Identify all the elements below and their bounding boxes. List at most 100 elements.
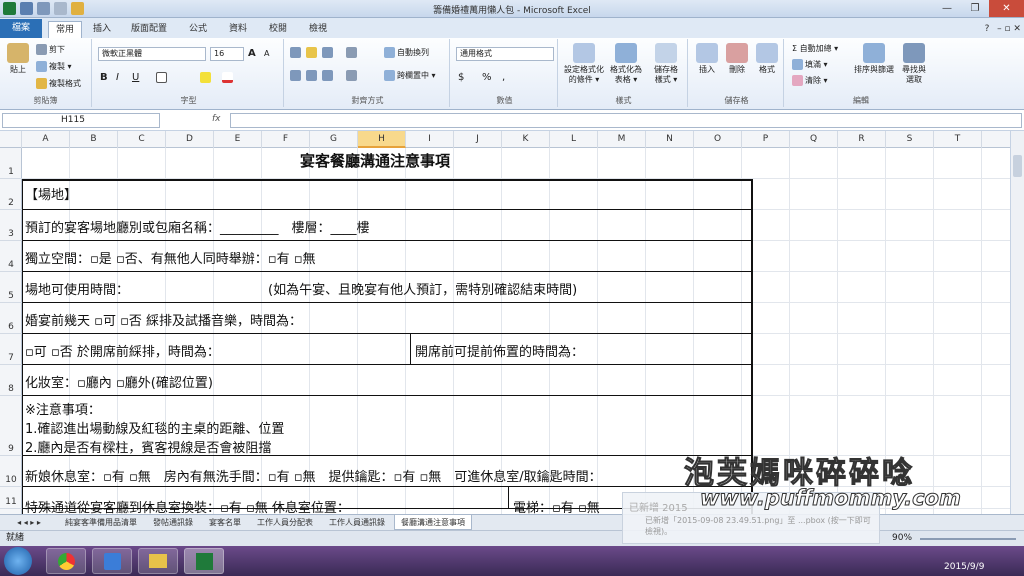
sheet-tab-1[interactable]: 純宴客準備用品清單 bbox=[58, 515, 144, 530]
format-painter-button[interactable]: 複製格式 bbox=[36, 78, 81, 89]
bold-button[interactable]: B bbox=[100, 72, 108, 83]
row-header-7[interactable]: 7 bbox=[0, 334, 22, 365]
zoom-level[interactable]: 90% bbox=[892, 531, 912, 546]
align-top-button[interactable] bbox=[290, 47, 301, 58]
row-header-10[interactable]: 10 bbox=[0, 456, 22, 487]
sheet-title[interactable]: 宴客餐廳溝通注意事項 bbox=[300, 150, 450, 171]
indent-button[interactable] bbox=[346, 70, 357, 81]
currency-button[interactable]: $ bbox=[458, 72, 464, 83]
row-header-6[interactable]: 6 bbox=[0, 303, 22, 334]
select-all-corner[interactable] bbox=[0, 131, 22, 148]
column-header-c[interactable]: C bbox=[118, 131, 166, 148]
column-header-n[interactable]: N bbox=[646, 131, 694, 148]
tab-review[interactable]: 校閱 bbox=[262, 21, 294, 38]
tab-home[interactable]: 常用 bbox=[48, 21, 82, 38]
cell-r4[interactable]: 獨立空間：▫是 ▫否、有無他人同時舉辦：▫有 ▫無 bbox=[25, 248, 316, 267]
close-button[interactable]: ✕ bbox=[989, 0, 1024, 17]
column-header-d[interactable]: D bbox=[166, 131, 214, 148]
vertical-scrollbar[interactable] bbox=[1010, 131, 1024, 514]
merge-center-button[interactable]: 跨欄置中 ▾ bbox=[384, 70, 436, 81]
cell-r11-right[interactable]: 電梯：▫有 ▫無 bbox=[513, 497, 600, 514]
ribbon-window-controls[interactable]: – ▫ ✕ bbox=[996, 21, 1022, 38]
tab-formulas[interactable]: 公式 bbox=[182, 21, 214, 38]
maximize-button[interactable]: ❐ bbox=[961, 0, 989, 17]
cell-r7-right[interactable]: 開席前可提前佈置的時間為： bbox=[415, 341, 584, 360]
percent-button[interactable]: % bbox=[482, 72, 492, 83]
column-header-m[interactable]: M bbox=[598, 131, 646, 148]
row-header-4[interactable]: 4 bbox=[0, 241, 22, 272]
sheet-nav-buttons[interactable]: ◂ ◂ ▸ ▸ bbox=[4, 515, 54, 530]
row-header-1[interactable]: 1 bbox=[0, 148, 22, 179]
column-header-i[interactable]: I bbox=[406, 131, 454, 148]
column-header-t[interactable]: T bbox=[934, 131, 982, 148]
fill-color-button[interactable] bbox=[200, 72, 211, 83]
column-header-q[interactable]: Q bbox=[790, 131, 838, 148]
sort-filter-button[interactable]: 排序與篩選 bbox=[852, 43, 896, 75]
cell-r6[interactable]: 婚宴前幾天 ▫可 ▫否 綵排及試播音樂，時間為： bbox=[25, 310, 302, 329]
column-header-j[interactable]: J bbox=[454, 131, 502, 148]
cell-r9-item2[interactable]: 2.廳內是否有樑柱，賓客視線是否會被阻擋 bbox=[25, 437, 271, 456]
cut-button[interactable]: 剪下 bbox=[36, 44, 65, 55]
align-bottom-button[interactable] bbox=[322, 47, 333, 58]
find-select-button[interactable]: 尋找與 選取 bbox=[896, 43, 932, 85]
tab-insert[interactable]: 插入 bbox=[86, 21, 118, 38]
clear-button[interactable]: 清除 ▾ bbox=[792, 75, 828, 86]
column-header-a[interactable]: A bbox=[22, 131, 70, 148]
align-left-button[interactable] bbox=[290, 70, 301, 81]
font-name-select[interactable]: 微軟正黑體 bbox=[98, 47, 206, 61]
row-header-8[interactable]: 8 bbox=[0, 365, 22, 396]
column-header-h[interactable]: H bbox=[358, 131, 406, 148]
column-header-p[interactable]: P bbox=[742, 131, 790, 148]
sheet-tab-3[interactable]: 宴客名單 bbox=[202, 515, 248, 530]
delete-cells-button[interactable]: 刪除 bbox=[722, 43, 752, 75]
format-table-button[interactable]: 格式化為 表格 ▾ bbox=[606, 43, 646, 85]
zoom-slider[interactable] bbox=[920, 538, 1016, 540]
column-header-e[interactable]: E bbox=[214, 131, 262, 148]
formula-input[interactable] bbox=[230, 113, 1022, 128]
cell-r2[interactable]: 【場地】 bbox=[25, 184, 77, 203]
insert-function-icon[interactable]: fx bbox=[212, 114, 221, 124]
help-icon[interactable]: ? bbox=[980, 21, 994, 38]
italic-button[interactable]: I bbox=[116, 72, 119, 83]
cell-r3[interactable]: 預訂的宴客場地廳別或包廂名稱：_________ 樓層：____樓 bbox=[25, 217, 370, 236]
cell-r5-note[interactable]: (如為午宴、且晚宴有他人預訂，需特別確認結束時間) bbox=[268, 279, 577, 298]
cell-r10[interactable]: 新娘休息室：▫有 ▫無 房內有無洗手間：▫有 ▫無 提供鑰匙：▫有 ▫無 可進休… bbox=[25, 466, 602, 485]
comma-button[interactable]: , bbox=[502, 72, 505, 83]
font-size-select[interactable]: 16 bbox=[210, 47, 244, 61]
align-middle-button[interactable] bbox=[306, 47, 317, 58]
borders-button[interactable] bbox=[156, 72, 167, 83]
sheet-tab-2[interactable]: 發帖通訊錄 bbox=[146, 515, 200, 530]
column-header-r[interactable]: R bbox=[838, 131, 886, 148]
column-header-s[interactable]: S bbox=[886, 131, 934, 148]
scroll-thumb[interactable] bbox=[1013, 155, 1022, 177]
row-header-11[interactable]: 11 bbox=[0, 487, 22, 509]
folder-taskbar-button[interactable] bbox=[138, 548, 178, 574]
sheet-tab-4[interactable]: 工作人員分配表 bbox=[250, 515, 320, 530]
column-header-b[interactable]: B bbox=[70, 131, 118, 148]
chrome-taskbar-button[interactable] bbox=[46, 548, 86, 574]
column-header-l[interactable]: L bbox=[550, 131, 598, 148]
format-cells-button[interactable]: 格式 bbox=[752, 43, 782, 75]
column-header-k[interactable]: K bbox=[502, 131, 550, 148]
row-header-2[interactable]: 2 bbox=[0, 179, 22, 210]
grow-font-button[interactable]: A bbox=[248, 48, 256, 59]
media-taskbar-button[interactable] bbox=[92, 548, 132, 574]
name-box[interactable]: H115 bbox=[2, 113, 160, 128]
excel-taskbar-button[interactable] bbox=[184, 548, 224, 574]
cell-r8[interactable]: 化妝室：▫廳內 ▫廳外(確認位置) bbox=[25, 372, 213, 391]
column-header-g[interactable]: G bbox=[310, 131, 358, 148]
insert-cells-button[interactable]: 插入 bbox=[692, 43, 722, 75]
row-header-9[interactable]: 9 bbox=[0, 396, 22, 456]
align-right-button[interactable] bbox=[322, 70, 333, 81]
tab-page-layout[interactable]: 版面配置 bbox=[124, 21, 174, 38]
cell-r7-left[interactable]: ▫可 ▫否 於開席前綵排，時間為： bbox=[25, 341, 220, 360]
column-header-o[interactable]: O bbox=[694, 131, 742, 148]
row-header-5[interactable]: 5 bbox=[0, 272, 22, 303]
tab-file[interactable]: 檔案 bbox=[0, 19, 42, 38]
orientation-button[interactable] bbox=[346, 47, 357, 58]
cell-r5-label[interactable]: 場地可使用時間： bbox=[25, 279, 129, 298]
row-header-3[interactable]: 3 bbox=[0, 210, 22, 241]
cell-r9-item1[interactable]: 1.確認進出場動線及紅毯的主桌的距離、位置 bbox=[25, 418, 284, 437]
conditional-format-button[interactable]: 設定格式化 的條件 ▾ bbox=[562, 43, 606, 85]
underline-button[interactable]: U bbox=[132, 72, 139, 83]
